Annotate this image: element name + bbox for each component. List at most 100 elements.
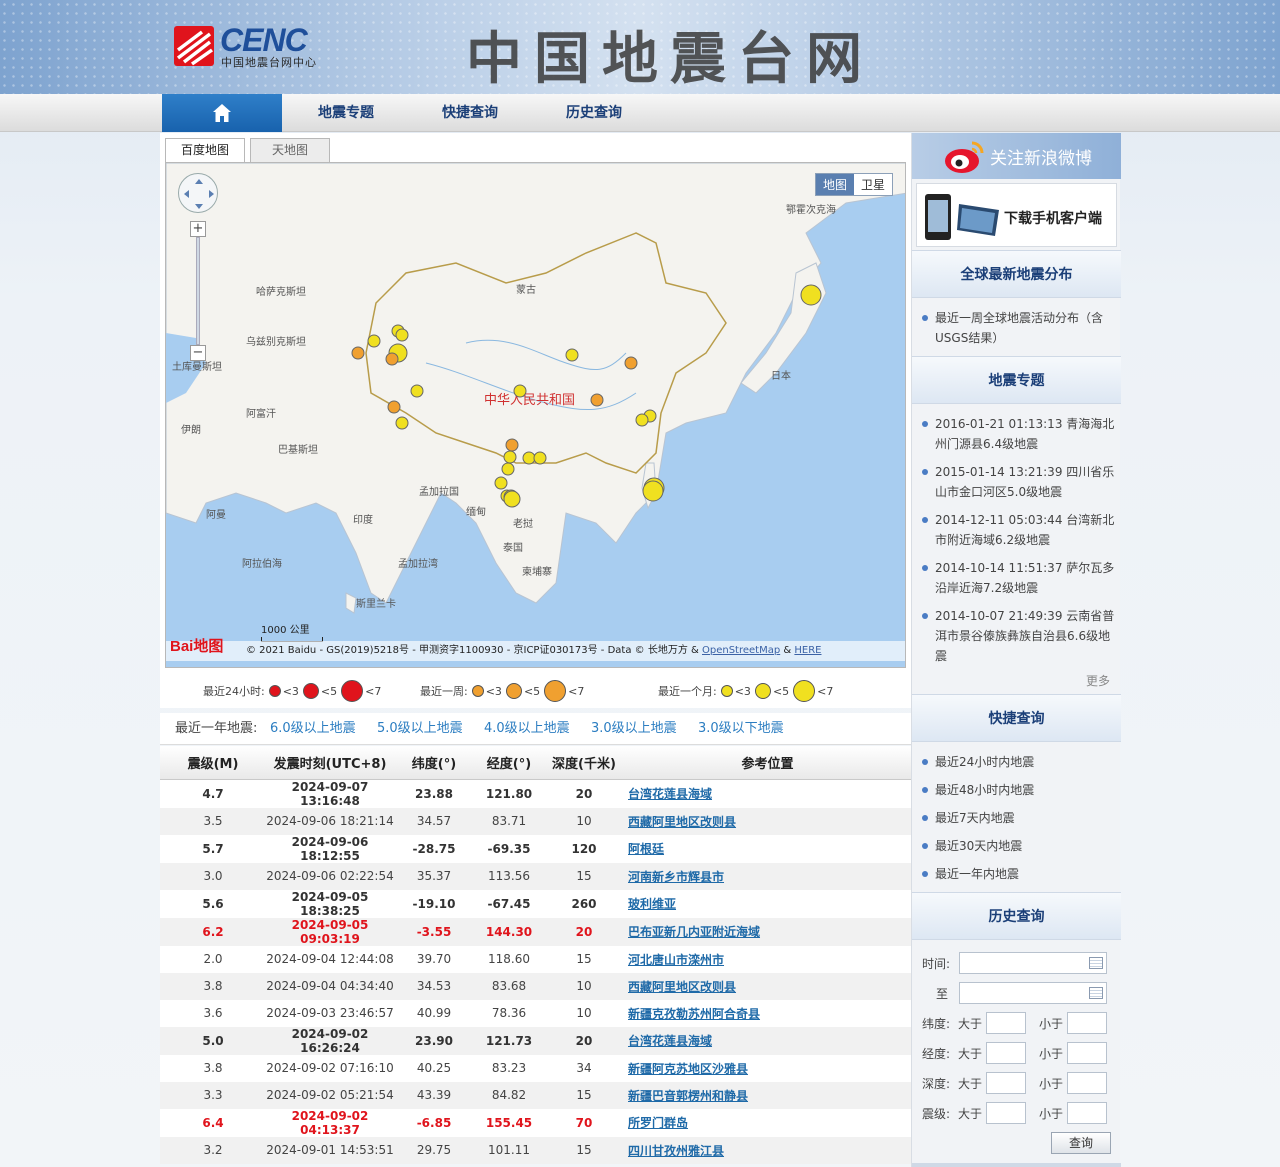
longitude-cell: 83.68 bbox=[474, 972, 544, 1000]
table-row: 3.6 2024-09-03 23:46:57 40.99 78.36 10 新疆克孜勒苏… bbox=[160, 999, 911, 1027]
latitude-cell: 29.75 bbox=[394, 1136, 474, 1164]
location-cell: 新疆巴音郭楞州和静县 bbox=[624, 1081, 911, 1109]
col-longitude: 经度(°) bbox=[474, 746, 544, 780]
nav-item-topics[interactable]: 地震专题 bbox=[284, 94, 408, 132]
depth-max-input[interactable] bbox=[1067, 1072, 1107, 1094]
cenc-logo-mark-icon bbox=[174, 26, 214, 66]
depth-cell: 15 bbox=[544, 862, 624, 890]
list-item[interactable]: 2014-10-14 11:51:37 萨尔瓦多沿岸近海7.2级地震 bbox=[920, 558, 1115, 598]
tab-tianditu[interactable]: 天地图 bbox=[250, 138, 330, 162]
map-type-map[interactable]: 地图 bbox=[815, 174, 854, 195]
earthquake-map[interactable]: 地图 卫星 + − 鄂霍次克海 哈萨克斯坦 蒙古 乌兹别克斯坦 土库曼斯坦 阿富… bbox=[165, 162, 906, 668]
year-link-below-m3[interactable]: 3.0级以下地震 bbox=[698, 713, 784, 745]
tab-baidu-map[interactable]: 百度地图 bbox=[165, 138, 245, 162]
legend-dot-small bbox=[268, 685, 281, 697]
latitude-cell: 23.90 bbox=[394, 1026, 474, 1055]
lon-min-input[interactable] bbox=[986, 1042, 1026, 1064]
year-link-m4[interactable]: 4.0级以上地震 bbox=[484, 713, 570, 745]
legend-dot-medium bbox=[302, 683, 319, 699]
map-label: 伊朗 bbox=[181, 425, 201, 436]
table-row: 3.8 2024-09-04 04:34:40 34.53 83.68 10 西藏阿里地区… bbox=[160, 972, 911, 1000]
cenc-logo[interactable]: CENC 中国地震台网中心 bbox=[172, 22, 342, 70]
depth-min-input[interactable] bbox=[986, 1072, 1026, 1094]
nav-item-quick-query[interactable]: 快捷查询 bbox=[408, 94, 532, 132]
location-link[interactable]: 河南新乡市辉县市 bbox=[628, 870, 724, 884]
location-link[interactable]: 台湾花莲县海域 bbox=[628, 787, 712, 801]
list-item[interactable]: 最近一年内地震 bbox=[920, 864, 1115, 884]
logo-subtitle: 中国地震台网中心 bbox=[221, 56, 317, 69]
end-time-input[interactable] bbox=[959, 982, 1107, 1004]
time-cell: 2024-09-04 04:34:40 bbox=[266, 972, 394, 1000]
nav-item-history-query[interactable]: 历史查询 bbox=[532, 94, 656, 132]
location-link[interactable]: 河北唐山市滦州市 bbox=[628, 953, 724, 967]
latitude-cell: 34.57 bbox=[394, 807, 474, 835]
col-magnitude: 震级(M) bbox=[160, 746, 266, 780]
baidu-map-logo[interactable]: Bai地图 bbox=[170, 635, 223, 656]
depth-gt-label: 大于 bbox=[958, 1077, 983, 1091]
list-item[interactable]: 最近24小时内地震 bbox=[920, 752, 1115, 772]
location-link[interactable]: 西藏阿里地区改则县 bbox=[628, 815, 736, 829]
location-link[interactable]: 巴布亚新几内亚附近海域 bbox=[628, 925, 760, 939]
topics-more-link[interactable]: 更多 bbox=[1086, 672, 1110, 689]
list-item[interactable]: 2016-01-21 01:13:13 青海海北州门源县6.4级地震 bbox=[920, 414, 1115, 454]
legend-label: 最近一周: bbox=[420, 685, 468, 698]
lon-max-input[interactable] bbox=[1067, 1042, 1107, 1064]
time-label: 时间: bbox=[922, 957, 951, 971]
here-link[interactable]: HERE bbox=[794, 645, 821, 656]
legend-dot-small bbox=[720, 685, 733, 697]
year-link-m5[interactable]: 5.0级以上地震 bbox=[377, 713, 463, 745]
list-item[interactable]: 最近48小时内地震 bbox=[920, 780, 1115, 800]
calendar-icon[interactable] bbox=[1089, 987, 1103, 999]
list-item[interactable]: 最近一周全球地震活动分布（含USGS结果） bbox=[920, 308, 1115, 348]
app-download-banner[interactable]: 下载手机客户端 bbox=[916, 183, 1117, 247]
table-row: 5.6 2024-09-05 18:38:25 -19.10 -67.45 260 玻利维… bbox=[160, 889, 911, 918]
location-link[interactable]: 新疆巴音郭楞州和静县 bbox=[628, 1089, 748, 1103]
query-button[interactable]: 查询 bbox=[1051, 1132, 1111, 1154]
legend-item: <7 bbox=[568, 684, 585, 698]
time-cell: 2024-09-05 18:38:25 bbox=[266, 889, 394, 918]
zoom-control: + − bbox=[190, 221, 206, 361]
location-link[interactable]: 新疆克孜勒苏州阿合奇县 bbox=[628, 1007, 760, 1021]
lat-label: 纬度: bbox=[922, 1017, 951, 1031]
mag-min-input[interactable] bbox=[986, 1102, 1026, 1124]
magnitude-cell: 3.0 bbox=[160, 862, 266, 890]
legend-item: <3 bbox=[282, 684, 299, 698]
osm-link[interactable]: OpenStreetMap bbox=[702, 645, 780, 656]
legend-dot-medium bbox=[754, 683, 771, 699]
list-item[interactable]: 2014-12-11 05:03:44 台湾新北市附近海域6.2级地震 bbox=[920, 510, 1115, 550]
phone-icon bbox=[925, 194, 999, 240]
list-item[interactable]: 2015-01-14 13:21:39 四川省乐山市金口河区5.0级地震 bbox=[920, 462, 1115, 502]
lon-label: 经度: bbox=[922, 1047, 951, 1061]
calendar-icon[interactable] bbox=[1089, 957, 1103, 969]
weibo-banner[interactable]: 关注新浪微博 bbox=[912, 133, 1121, 179]
location-link[interactable]: 台湾花莲县海域 bbox=[628, 1034, 712, 1048]
latitude-cell: -6.85 bbox=[394, 1108, 474, 1137]
map-label: 乌兹别克斯坦 bbox=[246, 337, 306, 348]
map-type-satellite[interactable]: 卫星 bbox=[853, 174, 892, 195]
location-link[interactable]: 玻利维亚 bbox=[628, 897, 676, 911]
location-link[interactable]: 四川甘孜州雅江县 bbox=[628, 1144, 724, 1158]
pan-control[interactable] bbox=[178, 173, 218, 213]
legend-item: <5 bbox=[772, 684, 790, 698]
location-link[interactable]: 阿根廷 bbox=[628, 842, 664, 856]
year-link-m6[interactable]: 6.0级以上地震 bbox=[270, 713, 356, 745]
lat-min-input[interactable] bbox=[986, 1012, 1026, 1034]
nav-home-button[interactable] bbox=[162, 94, 282, 132]
year-link-m3[interactable]: 3.0级以上地震 bbox=[591, 713, 677, 745]
zoom-in-button[interactable]: + bbox=[190, 221, 206, 237]
list-item[interactable]: 最近7天内地震 bbox=[920, 808, 1115, 828]
table-row: 6.4 2024-09-02 04:13:37 -6.85 155.45 70 所罗门群岛 bbox=[160, 1108, 911, 1137]
location-link[interactable]: 新疆阿克苏地区沙雅县 bbox=[628, 1062, 748, 1076]
list-item[interactable]: 2014-10-07 21:49:39 云南省普洱市景谷傣族彝族自治县6.6级地… bbox=[920, 606, 1115, 666]
list-item[interactable]: 最近30天内地震 bbox=[920, 836, 1115, 856]
mag-max-input[interactable] bbox=[1067, 1102, 1107, 1124]
start-time-input[interactable] bbox=[959, 952, 1107, 974]
map-label: 泰国 bbox=[503, 543, 523, 554]
zoom-slider[interactable] bbox=[196, 237, 200, 345]
copyright-text: © 2021 Baidu - GS(2019)5218号 - 甲测资字11009… bbox=[246, 645, 699, 656]
section-topics: 地震专题 bbox=[912, 356, 1121, 404]
lat-max-input[interactable] bbox=[1067, 1012, 1107, 1034]
map-label: 缅甸 bbox=[466, 507, 486, 518]
location-link[interactable]: 所罗门群岛 bbox=[628, 1116, 688, 1130]
location-link[interactable]: 西藏阿里地区改则县 bbox=[628, 980, 736, 994]
